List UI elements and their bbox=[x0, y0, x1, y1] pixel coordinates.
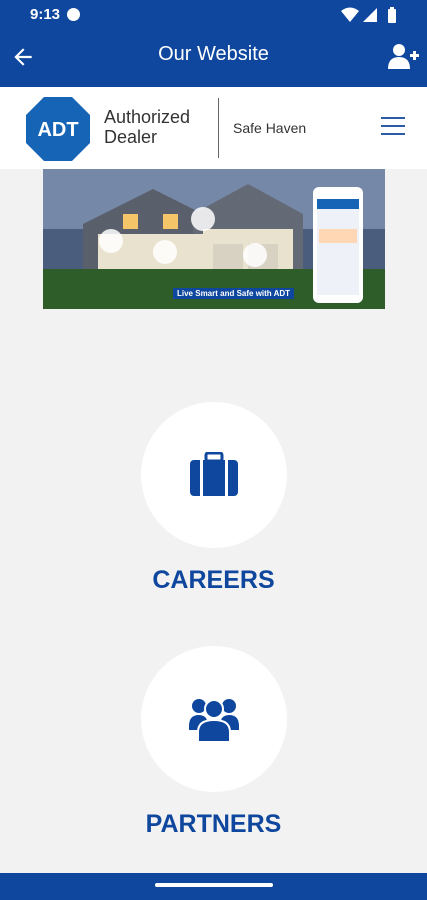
banner-caption: Live Smart and Safe with ADT bbox=[173, 288, 295, 299]
hero-banner: Live Smart and Safe with ADT bbox=[43, 169, 385, 309]
page-title: Our Website bbox=[158, 43, 269, 65]
group-icon bbox=[189, 699, 239, 742]
notification-dot-icon bbox=[67, 8, 80, 21]
hamburger-menu-icon[interactable] bbox=[381, 117, 405, 137]
home-gesture-handle[interactable] bbox=[155, 883, 273, 887]
top-bar: 9:13 Our Website bbox=[0, 0, 427, 87]
status-bar: 9:13 bbox=[0, 0, 427, 30]
partners-button[interactable] bbox=[141, 646, 287, 792]
authorized-dealer-text: Authorized Dealer bbox=[104, 107, 190, 147]
header-divider bbox=[218, 98, 219, 158]
logo-text: ADT bbox=[37, 119, 78, 141]
partners-label[interactable]: PARTNERS bbox=[0, 810, 427, 839]
briefcase-icon bbox=[190, 452, 238, 496]
careers-button[interactable] bbox=[141, 402, 287, 548]
dealer-name: Safe Haven bbox=[233, 120, 307, 136]
app-bar: Our Website bbox=[0, 30, 427, 87]
add-user-icon[interactable] bbox=[387, 42, 419, 70]
wifi-signal-icon bbox=[341, 7, 377, 22]
careers-label[interactable]: CAREERS bbox=[0, 566, 427, 595]
brand-line-1: Authorized bbox=[104, 107, 191, 127]
site-header: ADT Authorized Dealer Safe Haven bbox=[0, 87, 427, 169]
battery-icon bbox=[388, 7, 396, 23]
adt-logo[interactable]: ADT bbox=[24, 95, 92, 163]
brand-line-2: Dealer bbox=[104, 127, 158, 147]
status-time: 9:13 bbox=[30, 6, 61, 23]
system-nav-bar bbox=[0, 873, 427, 900]
